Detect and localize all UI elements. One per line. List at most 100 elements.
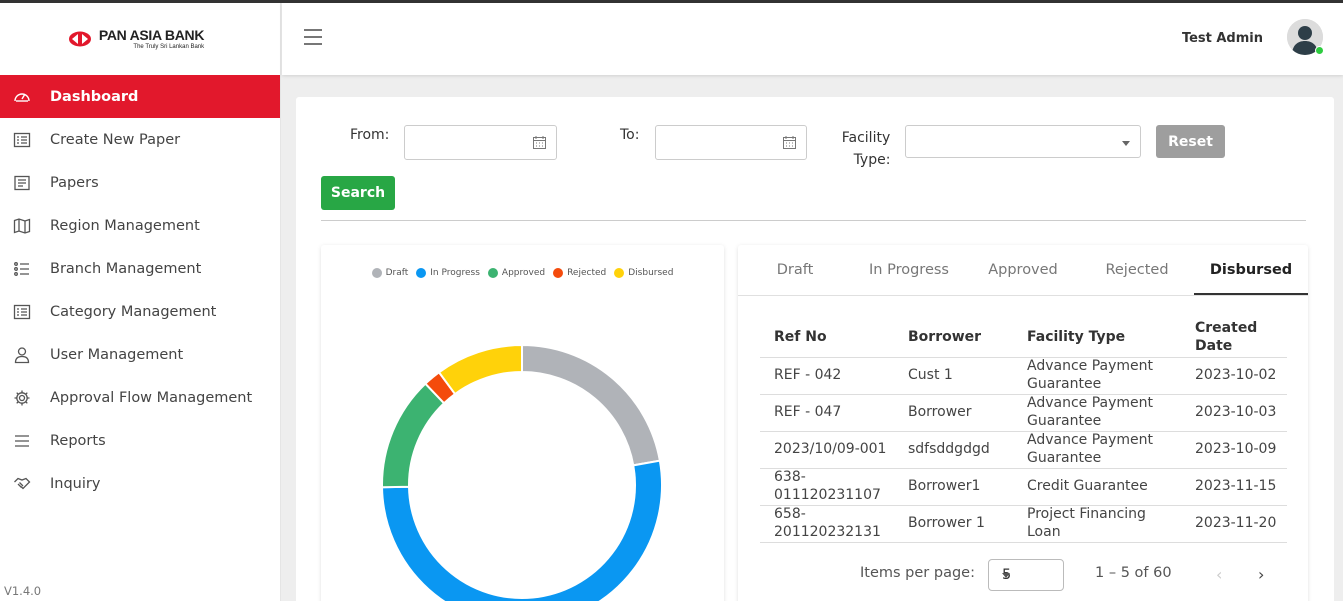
items-per-page-label: Items per page: — [860, 565, 975, 581]
items-per-page-select[interactable]: 5 — [988, 559, 1064, 591]
gear-icon — [13, 389, 31, 407]
tab-rejected[interactable]: Rejected — [1080, 245, 1194, 295]
calendar-icon[interactable] — [783, 136, 796, 149]
sidebar-item-create-new-paper[interactable]: Create New Paper — [0, 118, 280, 161]
sidebar-item-inquiry[interactable]: Inquiry — [0, 462, 280, 505]
cell-ref-no: REF - 042 — [760, 357, 894, 395]
legend-item-draft[interactable]: Draft — [371, 268, 409, 278]
donut-slice-in-progress[interactable] — [381, 459, 663, 601]
legend-item-rejected[interactable]: Rejected — [553, 268, 606, 278]
calendar-icon[interactable] — [533, 136, 546, 149]
cell-borrower: Borrower — [894, 394, 1013, 432]
table-row[interactable]: 638-011120231107 Borrower1 Credit Guaran… — [760, 468, 1287, 506]
column-header-created-date[interactable]: Created Date — [1181, 319, 1287, 358]
sidebar-item-approval-flow-management[interactable]: Approval Flow Management — [0, 376, 280, 419]
table-row[interactable]: 2023/10/09-001 sdfsddgdgd Advance Paymen… — [760, 431, 1287, 469]
logo-area[interactable]: PAN ASIA BANK The Truly Sri Lankan Bank — [0, 3, 280, 75]
chevron-down-icon — [1122, 141, 1130, 146]
sidebar-item-branch-management[interactable]: Branch Management — [0, 247, 280, 290]
sidebar-item-label: Region Management — [50, 217, 200, 234]
hamburger-menu-icon[interactable] — [304, 29, 322, 45]
bank-tagline: The Truly Sri Lankan Bank — [133, 44, 205, 50]
facility-type-select[interactable] — [905, 125, 1141, 158]
donut-slice-disbursed[interactable] — [437, 343, 523, 396]
legend-label: Rejected — [567, 268, 607, 278]
top-header: Test Admin — [282, 3, 1343, 75]
cell-created-date: 2023-11-20 — [1181, 505, 1287, 543]
user-name[interactable]: Test Admin — [1182, 31, 1263, 46]
status-tabs: Draft In Progress Approved Rejected Disb… — [738, 245, 1308, 296]
cell-created-date: 2023-10-09 — [1181, 431, 1287, 469]
sidebar: PAN ASIA BANK The Truly Sri Lankan Bank … — [0, 3, 281, 601]
list-icon — [13, 260, 31, 278]
status-chart-panel: Draft In Progress Approved Rejected Disburse… — [321, 245, 724, 601]
cell-borrower: Borrower1 — [894, 468, 1013, 506]
legend-swatch — [371, 268, 382, 278]
to-date-input[interactable] — [655, 125, 807, 160]
handshake-icon — [13, 475, 31, 493]
tab-in-progress[interactable]: In Progress — [852, 245, 966, 295]
legend-item-disbursed[interactable]: Disbursed — [614, 268, 673, 278]
facility-type-label: Facility Type: — [841, 127, 891, 171]
table-row[interactable]: REF - 047 Borrower Advance Payment Guara… — [760, 394, 1287, 432]
sidebar-item-region-management[interactable]: Region Management — [0, 204, 280, 247]
grid-icon — [13, 303, 31, 321]
legend-swatch — [487, 268, 498, 278]
cell-created-date: 2023-11-15 — [1181, 468, 1287, 506]
column-header-facility-type[interactable]: Facility Type — [1013, 319, 1181, 358]
legend-swatch — [553, 268, 564, 278]
sidebar-item-papers[interactable]: Papers — [0, 161, 280, 204]
chevron-left-icon[interactable]: ‹ — [1216, 565, 1222, 584]
to-label: To: — [620, 127, 640, 143]
status-donut-chart — [381, 343, 663, 601]
tab-approved[interactable]: Approved — [966, 245, 1080, 295]
column-header-ref-no[interactable]: Ref No — [760, 319, 894, 358]
user-icon — [13, 346, 31, 364]
legend-item-approved[interactable]: Approved — [487, 268, 546, 278]
reset-button[interactable]: Reset — [1156, 125, 1225, 158]
search-button[interactable]: Search — [321, 176, 395, 210]
sidebar-item-dashboard[interactable]: Dashboard — [0, 75, 280, 118]
menu-icon — [13, 432, 31, 450]
cell-facility-type: Advance Payment Guarantee — [1013, 394, 1181, 432]
document-icon — [13, 174, 31, 192]
table-header-row: Ref No Borrower Facility Type Created Da… — [760, 319, 1287, 358]
legend-item-in-progress[interactable]: In Progress — [416, 268, 480, 278]
column-header-borrower[interactable]: Borrower — [894, 319, 1013, 358]
sidebar-nav: Dashboard Create New Paper Papers Region… — [0, 75, 280, 505]
sidebar-item-label: User Management — [50, 346, 184, 363]
sidebar-item-reports[interactable]: Reports — [0, 419, 280, 462]
table-row[interactable]: 658-201120232131 Borrower 1 Project Fina… — [760, 505, 1287, 543]
divider — [321, 220, 1306, 221]
cell-ref-no: REF - 047 — [760, 394, 894, 432]
legend-label: Disbursed — [628, 268, 674, 278]
cell-facility-type: Credit Guarantee — [1013, 468, 1181, 506]
donut-slice-approved[interactable] — [381, 382, 446, 489]
from-date-input[interactable] — [404, 125, 557, 160]
table-row[interactable]: REF - 042 Cust 1 Advance Payment Guarant… — [760, 357, 1287, 395]
cell-created-date: 2023-10-03 — [1181, 394, 1287, 432]
chevron-down-icon — [1002, 573, 1010, 578]
bank-logo: PAN ASIA BANK The Truly Sri Lankan Bank — [68, 28, 204, 50]
sidebar-item-label: Branch Management — [50, 260, 202, 277]
paginator: Items per page: 5 1 – 5 of 60 ‹ › — [738, 559, 1308, 591]
papers-table: Ref No Borrower Facility Type Created Da… — [760, 319, 1287, 543]
legend-label: Draft — [385, 268, 409, 278]
legend-swatch — [416, 268, 427, 278]
donut-slice-draft[interactable] — [521, 343, 662, 467]
avatar[interactable] — [1287, 19, 1324, 55]
cell-ref-no: 658-201120232131 — [760, 505, 894, 543]
gauge-icon — [13, 88, 31, 106]
sidebar-item-category-management[interactable]: Category Management — [0, 290, 280, 333]
form-icon — [13, 131, 31, 149]
tab-draft[interactable]: Draft — [738, 245, 852, 295]
dashboard-card: From: To: Facility Type: Reset Search Dr… — [296, 97, 1334, 601]
tab-disbursed[interactable]: Disbursed — [1194, 245, 1308, 295]
legend-label: Approved — [501, 268, 546, 278]
cell-facility-type: Project Financing Loan — [1013, 505, 1181, 543]
chevron-right-icon[interactable]: › — [1258, 565, 1264, 584]
sidebar-item-label: Reports — [50, 432, 106, 449]
sidebar-item-user-management[interactable]: User Management — [0, 333, 280, 376]
cell-ref-no: 638-011120231107 — [760, 468, 894, 506]
chart-legend: Draft In Progress Approved Rejected Disburse… — [321, 268, 724, 278]
